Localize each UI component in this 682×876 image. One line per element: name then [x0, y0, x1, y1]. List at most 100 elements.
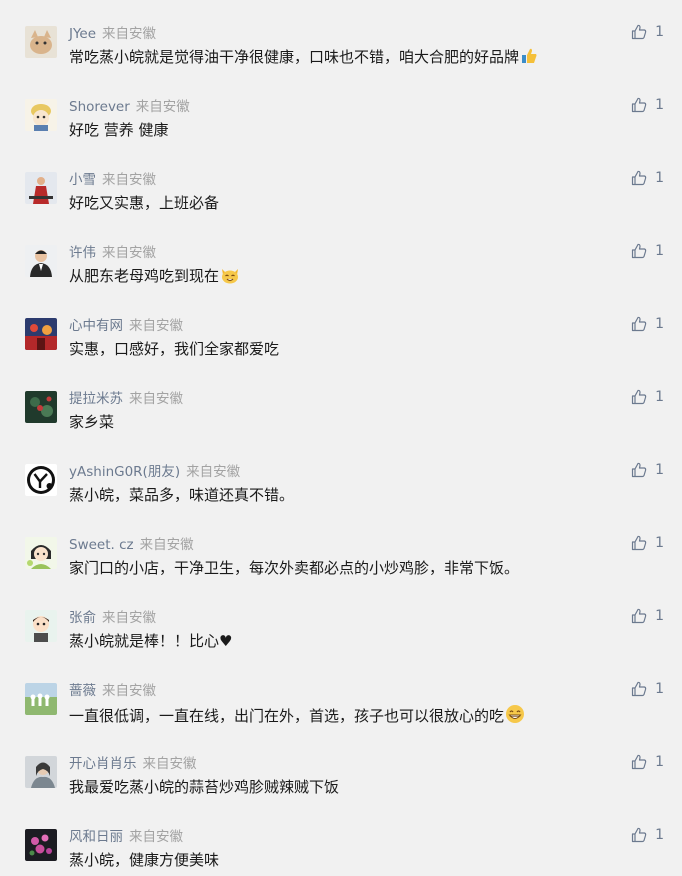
comment-item: 心中有网 来自安徽 实惠，口感好，我们全家都爱吃 1 — [0, 292, 682, 365]
like-button[interactable]: 1 — [631, 827, 664, 843]
comment-text: 蒸小皖，健康方便美味 — [69, 851, 220, 869]
like-count: 1 — [655, 681, 664, 697]
nickname[interactable]: yAshinG0R(朋友) — [69, 464, 180, 480]
source-location: 来自安徽 — [129, 829, 183, 845]
like-count: 1 — [655, 535, 664, 551]
comment-item: yAshinG0R(朋友) 来自安徽 蒸小皖，菜品多，味道还真不错。 1 — [0, 438, 682, 511]
comment-item: 蔷薇 来自安徽 一直很低调，一直在线，出门在外，首选，孩子也可以很放心的吃 1 — [0, 657, 682, 730]
comment-text: 好吃又实惠，上班必备 — [69, 194, 220, 212]
like-button[interactable]: 1 — [631, 97, 664, 113]
source-location: 来自安徽 — [102, 26, 157, 42]
source-location: 来自安徽 — [102, 683, 156, 699]
comment-content: 从肥东老母鸡吃到现在 — [69, 267, 220, 285]
source-location: 来自安徽 — [129, 391, 183, 407]
comment-meta: 许伟 来自安徽 — [69, 244, 156, 262]
like-button[interactable]: 1 — [631, 754, 664, 770]
comment-meta: 开心肖肖乐 来自安徽 — [69, 755, 197, 773]
avatar[interactable] — [25, 318, 57, 350]
avatar[interactable] — [25, 610, 57, 642]
nickname[interactable]: Shorever — [69, 99, 130, 115]
source-location: 来自安徽 — [102, 245, 156, 261]
source-location: 来自安徽 — [139, 537, 194, 553]
thumbs-up-icon — [631, 389, 647, 405]
comment-text: 常吃蒸小皖就是觉得油干净很健康，口味也不错，咱大合肥的好品牌 — [69, 47, 538, 70]
like-button[interactable]: 1 — [631, 681, 664, 697]
avatar[interactable] — [25, 245, 57, 277]
like-button[interactable]: 1 — [631, 389, 664, 405]
thumbs-up-emoji-icon — [520, 47, 538, 70]
like-button[interactable]: 1 — [631, 316, 664, 332]
like-button[interactable]: 1 — [631, 462, 664, 478]
avatar[interactable] — [25, 537, 57, 569]
like-button[interactable]: 1 — [631, 243, 664, 259]
like-count: 1 — [655, 389, 664, 405]
thumbs-up-icon — [631, 754, 647, 770]
nickname[interactable]: 风和日丽 — [69, 829, 123, 845]
like-count: 1 — [655, 754, 664, 770]
like-count: 1 — [655, 316, 664, 332]
comment-list: JYee 来自安徽 常吃蒸小皖就是觉得油干净很健康，口味也不错，咱大合肥的好品牌 … — [0, 0, 682, 873]
source-location: 来自安徽 — [129, 318, 183, 334]
nickname[interactable]: 许伟 — [69, 245, 96, 261]
nickname[interactable]: 开心肖肖乐 — [69, 756, 137, 772]
thumbs-up-icon — [631, 608, 647, 624]
avatar[interactable] — [25, 464, 57, 496]
like-count: 1 — [655, 24, 664, 40]
comment-content: 一直很低调，一直在线，出门在外，首选，孩子也可以很放心的吃 — [69, 707, 505, 725]
like-button[interactable]: 1 — [631, 170, 664, 186]
nickname[interactable]: 心中有网 — [69, 318, 123, 334]
comment-meta: 心中有网 来自安徽 — [69, 317, 183, 335]
like-count: 1 — [655, 170, 664, 186]
comment-item: 风和日丽 来自安徽 蒸小皖，健康方便美味 1 — [0, 803, 682, 876]
avatar[interactable] — [25, 391, 57, 423]
thumbs-up-icon — [631, 827, 647, 843]
like-count: 1 — [655, 462, 664, 478]
thumbs-up-icon — [631, 316, 647, 332]
comment-item: Shorever 来自安徽 好吃 营养 健康 1 — [0, 73, 682, 146]
source-location: 来自安徽 — [135, 99, 190, 115]
comment-item: Sweet. cz 来自安徽 家门口的小店，干净卫生，每次外卖都必点的小炒鸡胗，非… — [0, 511, 682, 584]
avatar[interactable] — [25, 172, 57, 204]
comment-meta: Sweet. cz 来自安徽 — [69, 536, 194, 554]
thumbs-up-icon — [631, 535, 647, 551]
comment-meta: 小雪 来自安徽 — [69, 171, 156, 189]
thumbs-up-icon — [631, 681, 647, 697]
comment-text: 家门口的小店，干净卫生，每次外卖都必点的小炒鸡胗，非常下饭。 — [69, 559, 520, 577]
comment-item: 开心肖肖乐 来自安徽 我最爱吃蒸小皖的蒜苔炒鸡胗贼辣贼下饭 1 — [0, 730, 682, 803]
like-count: 1 — [655, 608, 664, 624]
like-button[interactable]: 1 — [631, 608, 664, 624]
avatar[interactable] — [25, 756, 57, 788]
like-button[interactable]: 1 — [631, 535, 664, 551]
thumbs-up-icon — [631, 243, 647, 259]
comment-meta: 提拉米苏 来自安徽 — [69, 390, 183, 408]
source-location: 来自安徽 — [142, 756, 197, 772]
grin-emoji-icon — [505, 704, 525, 729]
cat-emoji-icon — [220, 266, 240, 289]
comment-text: 好吃 营养 健康 — [69, 121, 169, 139]
nickname[interactable]: JYee — [69, 26, 96, 42]
nickname[interactable]: 提拉米苏 — [69, 391, 123, 407]
comment-text: 家乡菜 — [69, 413, 115, 431]
avatar[interactable] — [25, 99, 57, 131]
avatar[interactable] — [25, 26, 57, 58]
like-count: 1 — [655, 827, 664, 843]
thumbs-up-icon — [631, 170, 647, 186]
nickname[interactable]: 小雪 — [69, 172, 96, 188]
nickname[interactable]: 张俞 — [69, 610, 96, 626]
avatar[interactable] — [25, 683, 57, 715]
comment-meta: yAshinG0R(朋友) 来自安徽 — [69, 463, 240, 481]
comment-meta: JYee 来自安徽 — [69, 25, 156, 43]
nickname[interactable]: Sweet. cz — [69, 537, 134, 553]
avatar[interactable] — [25, 829, 57, 861]
like-button[interactable]: 1 — [631, 24, 664, 40]
comment-item: 小雪 来自安徽 好吃又实惠，上班必备 1 — [0, 146, 682, 219]
source-location: 来自安徽 — [102, 172, 156, 188]
nickname[interactable]: 蔷薇 — [69, 683, 96, 699]
thumbs-up-icon — [631, 462, 647, 478]
comment-meta: 张俞 来自安徽 — [69, 609, 156, 627]
like-count: 1 — [655, 243, 664, 259]
comment-text: 一直很低调，一直在线，出门在外，首选，孩子也可以很放心的吃 — [69, 704, 525, 729]
comment-text: 蒸小皖，菜品多，味道还真不错。 — [69, 486, 295, 504]
comment-text: 实惠，口感好，我们全家都爱吃 — [69, 340, 280, 358]
comment-content: 常吃蒸小皖就是觉得油干净很健康，口味也不错，咱大合肥的好品牌 — [69, 48, 520, 66]
